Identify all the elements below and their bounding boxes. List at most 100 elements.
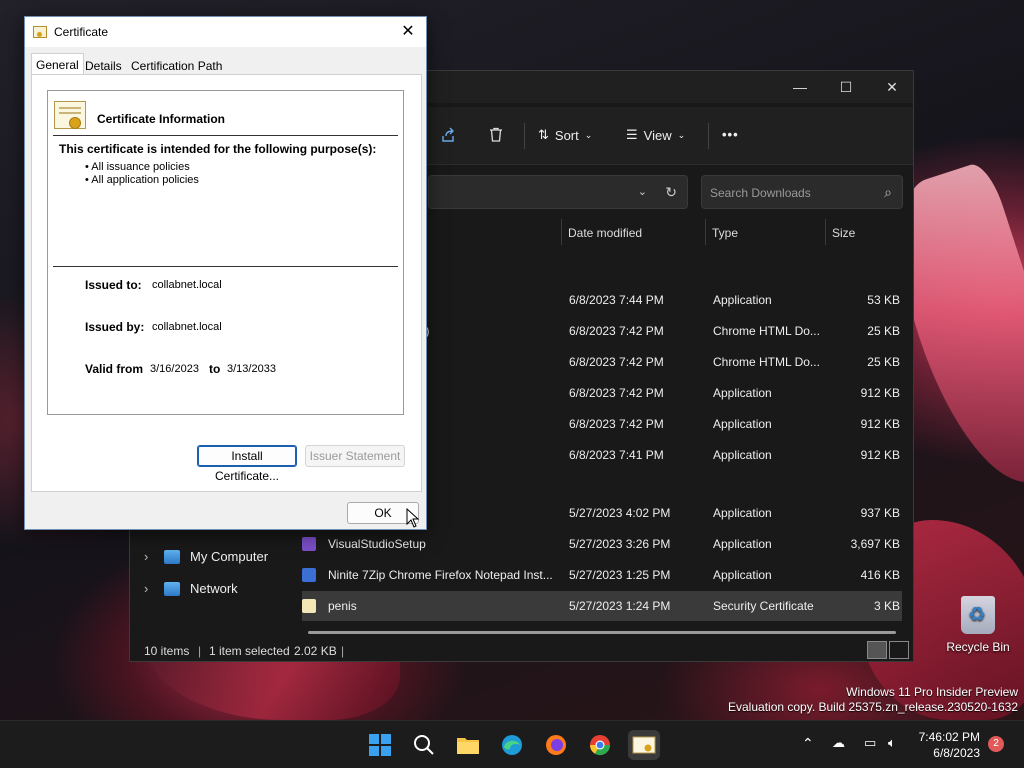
sort-button[interactable]: ⇅ Sort ⌄	[538, 127, 592, 143]
horizontal-scrollbar[interactable]	[308, 631, 896, 634]
clock-date: 6/8/2023	[933, 746, 980, 760]
table-row[interactable]: Ninite 7Zip Chrome Firefox Notepad Inst.…	[302, 560, 902, 590]
file-size: 25 KB	[867, 355, 900, 369]
column-header-size[interactable]: Size	[832, 226, 855, 240]
certificate-icon	[33, 26, 47, 38]
sort-icon: ⇅	[538, 127, 549, 142]
column-divider[interactable]	[825, 219, 826, 245]
close-icon[interactable]: ✕	[398, 22, 418, 42]
close-icon[interactable]: ✕	[872, 75, 912, 99]
file-type: Application	[713, 293, 772, 307]
search-icon[interactable]: ⌕	[884, 184, 892, 201]
share-icon[interactable]	[440, 127, 456, 143]
clock[interactable]: 7:46:02 PM 6/8/2023	[919, 729, 980, 761]
notification-badge[interactable]: 2	[988, 736, 1004, 752]
delete-icon[interactable]	[488, 127, 504, 143]
install-certificate-button[interactable]: Install Certificate...	[197, 445, 297, 483]
file-name: penis	[328, 599, 357, 613]
search-input[interactable]: Search Downloads ⌕	[701, 175, 903, 209]
chevron-down-icon: ⌄	[677, 129, 686, 140]
taskbar: ⌃ ☁ ▭ 🔈︎ 7:46:02 PM 6/8/2023 2	[0, 720, 1024, 768]
chevron-right-icon[interactable]: ›	[144, 549, 154, 564]
address-bar[interactable]: ⌄ ↻	[428, 175, 688, 209]
details-view-icon[interactable]	[867, 641, 887, 659]
search-button[interactable]	[410, 731, 438, 759]
issuer-statement-button[interactable]: Issuer Statement	[305, 445, 405, 467]
file-size: 912 KB	[860, 448, 900, 462]
edge-taskbar-button[interactable]	[498, 731, 526, 759]
column-header-type[interactable]: Type	[712, 226, 738, 240]
file-size: 912 KB	[860, 417, 900, 431]
windows-logo-icon	[369, 734, 391, 756]
refresh-icon[interactable]: ↻	[665, 184, 677, 201]
file-date-modified: 6/8/2023 7:44 PM	[569, 293, 664, 307]
maximize-icon[interactable]: ☐	[826, 75, 866, 99]
table-row[interactable]: penis 5/27/2023 1:24 PM Security Certifica…	[302, 591, 902, 621]
valid-to-value: 3/13/2033	[227, 363, 276, 375]
tiles-view-icon[interactable]	[889, 641, 909, 659]
valid-from-value: 3/16/2023	[150, 363, 199, 375]
show-hidden-icons-icon[interactable]: ⌃	[802, 735, 814, 752]
file-size: 912 KB	[860, 386, 900, 400]
more-options-button[interactable]: •••	[722, 127, 739, 142]
valid-to-label: to	[209, 362, 221, 376]
start-button[interactable]	[366, 731, 394, 759]
file-type: Security Certificate	[713, 599, 814, 613]
file-date-modified: 5/27/2023 4:02 PM	[569, 506, 671, 520]
search-placeholder: Search Downloads	[710, 186, 811, 200]
chrome-taskbar-button[interactable]	[586, 731, 614, 759]
file-type: Application	[713, 506, 772, 520]
tab-general[interactable]: General	[31, 53, 84, 75]
issued-by-value: collabnet.local	[152, 321, 222, 333]
file-size: 53 KB	[867, 293, 900, 307]
issued-by-label: Issued by:	[85, 320, 145, 334]
status-size: 2.02 KB	[294, 644, 337, 658]
toolbar-divider	[708, 123, 709, 149]
file-size: 416 KB	[860, 568, 900, 582]
chevron-right-icon[interactable]: ›	[144, 581, 154, 596]
certificate-file-icon	[302, 599, 316, 613]
file-date-modified: 6/8/2023 7:42 PM	[569, 324, 664, 338]
nav-item-my-computer[interactable]: › My Computer	[144, 549, 268, 564]
network-status-icon[interactable]: ▭	[864, 735, 876, 751]
chevron-down-icon[interactable]: ⌄	[638, 185, 647, 198]
column-divider[interactable]	[561, 219, 562, 245]
volume-icon[interactable]: 🔈︎	[888, 735, 896, 751]
info-heading: Certificate Information	[97, 112, 226, 126]
file-date-modified: 6/8/2023 7:42 PM	[569, 355, 664, 369]
sort-label: Sort	[554, 127, 579, 143]
firefox-taskbar-button[interactable]	[542, 731, 570, 759]
search-icon	[414, 735, 434, 755]
windows-watermark: Windows 11 Pro Insider Preview Evaluatio…	[728, 685, 1018, 715]
desktop-icon-recycle-bin[interactable]: Recycle Bin	[940, 596, 1016, 654]
status-divider: |	[341, 644, 345, 658]
file-type: Application	[713, 568, 772, 582]
status-bar: 10 items | 1 item selected 2.02 KB |	[130, 639, 913, 663]
computer-icon	[164, 549, 180, 564]
certificate-info-box: Certificate Information This certificate…	[47, 90, 404, 415]
file-date-modified: 6/8/2023 7:42 PM	[569, 386, 664, 400]
chrome-icon	[589, 735, 611, 756]
file-date-modified: 5/27/2023 1:24 PM	[569, 599, 671, 613]
certificate-icon	[632, 736, 656, 754]
file-size: 3 KB	[873, 599, 900, 613]
view-icon: ☰	[626, 127, 638, 142]
edge-icon	[502, 735, 522, 755]
firefox-icon	[546, 735, 566, 755]
view-button[interactable]: ☰ View ⌄	[626, 127, 685, 143]
file-type: Application	[713, 417, 772, 431]
nav-item-network[interactable]: › Network	[144, 581, 238, 596]
minimize-icon[interactable]: —	[780, 75, 820, 99]
nav-label: Network	[190, 581, 238, 596]
view-label: View	[643, 127, 672, 143]
onedrive-icon[interactable]: ☁	[832, 735, 845, 751]
chevron-down-icon: ⌄	[584, 129, 593, 140]
column-header-date[interactable]: Date modified	[568, 226, 642, 240]
table-row[interactable]: VisualStudioSetup 5/27/2023 3:26 PM Applic…	[302, 529, 902, 559]
mouse-cursor-icon	[406, 508, 420, 528]
certificate-taskbar-button[interactable]	[628, 730, 660, 760]
tab-details[interactable]: Details	[81, 55, 126, 75]
tab-certification-path[interactable]: Certification Path	[127, 55, 226, 75]
file-explorer-taskbar-button[interactable]	[454, 731, 482, 759]
column-divider[interactable]	[705, 219, 706, 245]
